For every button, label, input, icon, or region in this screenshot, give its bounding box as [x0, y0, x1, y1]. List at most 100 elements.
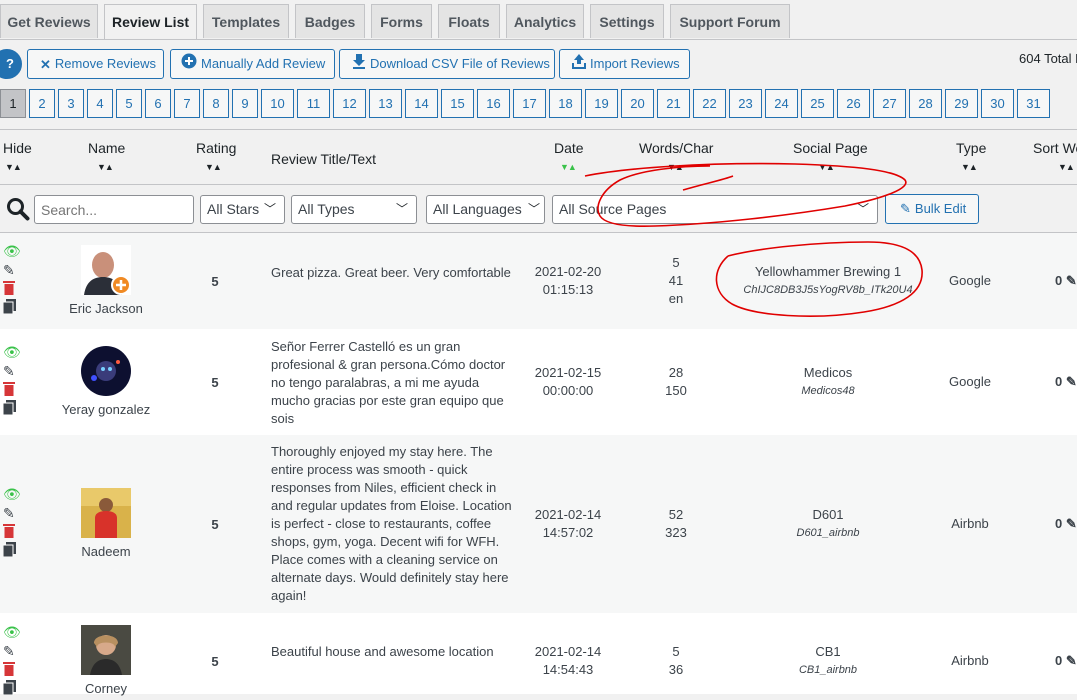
- sort-arrows-icon[interactable]: ▼▲: [1058, 162, 1075, 172]
- page-button-20[interactable]: 20: [621, 89, 654, 118]
- page-button-6[interactable]: 6: [145, 89, 171, 118]
- trash-icon[interactable]: [3, 523, 21, 542]
- tab-templates[interactable]: Templates: [203, 4, 289, 38]
- add-review-button[interactable]: Manually Add Review: [170, 49, 335, 79]
- help-button[interactable]: ?: [0, 49, 22, 79]
- sort-weight[interactable]: 0 ✎: [1055, 273, 1077, 289]
- column-rating[interactable]: Rating: [196, 140, 236, 156]
- page-button-17[interactable]: 17: [513, 89, 546, 118]
- trash-icon[interactable]: [3, 661, 21, 680]
- download-csv-button[interactable]: Download CSV File of Reviews: [339, 49, 555, 79]
- social-page-id: D601_airbnb: [796, 527, 860, 539]
- page-button-22[interactable]: 22: [693, 89, 726, 118]
- review-date-day: 2021-02-14: [534, 507, 602, 522]
- page-button-10[interactable]: 10: [261, 89, 294, 118]
- eye-icon[interactable]: 👁: [3, 343, 21, 362]
- page-button-28[interactable]: 28: [909, 89, 942, 118]
- tab-get-reviews[interactable]: Get Reviews: [0, 4, 98, 38]
- nav-tabs: Get Reviews Review List Templates Badges…: [0, 0, 1077, 40]
- sort-active-icon[interactable]: ▼▲: [560, 162, 577, 172]
- sort-arrows-icon[interactable]: ▼▲: [667, 162, 684, 172]
- tab-support-forum[interactable]: Support Forum: [670, 4, 790, 38]
- page-button-3[interactable]: 3: [58, 89, 84, 118]
- pencil-icon[interactable]: ✎: [3, 362, 21, 381]
- tab-settings[interactable]: Settings: [590, 4, 664, 38]
- column-words-char[interactable]: Words/Char: [639, 140, 713, 156]
- tab-badges[interactable]: Badges: [295, 4, 365, 38]
- column-hide[interactable]: Hide: [3, 140, 32, 156]
- page-button-15[interactable]: 15: [441, 89, 474, 118]
- sort-weight[interactable]: 0 ✎: [1055, 653, 1077, 669]
- page-button-12[interactable]: 12: [333, 89, 366, 118]
- words-chars: 5 41 en: [646, 254, 706, 308]
- bulk-edit-button[interactable]: ✎ Bulk Edit: [885, 194, 979, 224]
- page-button-25[interactable]: 25: [801, 89, 834, 118]
- page-button-16[interactable]: 16: [477, 89, 510, 118]
- source-pages-filter-select[interactable]: All Source Pages ﹀: [552, 195, 878, 224]
- column-sort-weight[interactable]: Sort We: [1033, 140, 1077, 156]
- pencil-icon[interactable]: ✎: [1066, 273, 1077, 288]
- sort-weight[interactable]: 0 ✎: [1055, 516, 1077, 532]
- page-button-7[interactable]: 7: [174, 89, 200, 118]
- page-button-29[interactable]: 29: [945, 89, 978, 118]
- page-button-30[interactable]: 30: [981, 89, 1014, 118]
- sort-arrows-icon[interactable]: ▼▲: [818, 162, 835, 172]
- page-button-8[interactable]: 8: [203, 89, 229, 118]
- sort-arrows-icon[interactable]: ▼▲: [205, 162, 222, 172]
- row-actions: 👁 ✎: [2, 485, 21, 561]
- sort-arrows-icon[interactable]: ▼▲: [97, 162, 114, 172]
- pencil-icon[interactable]: ✎: [3, 504, 21, 523]
- sort-weight[interactable]: 0 ✎: [1055, 374, 1077, 390]
- page-button-9[interactable]: 9: [232, 89, 258, 118]
- page-button-18[interactable]: 18: [549, 89, 582, 118]
- copy-icon[interactable]: [2, 542, 21, 561]
- page-button-2[interactable]: 2: [29, 89, 55, 118]
- eye-icon[interactable]: 👁: [3, 623, 21, 642]
- eye-icon[interactable]: 👁: [3, 242, 21, 261]
- review-date-day: 2021-02-15: [534, 365, 602, 380]
- trash-icon[interactable]: [3, 381, 21, 400]
- page-button-1[interactable]: 1: [0, 89, 26, 118]
- page-button-23[interactable]: 23: [729, 89, 762, 118]
- page-button-24[interactable]: 24: [765, 89, 798, 118]
- copy-icon[interactable]: [2, 680, 21, 699]
- pencil-icon[interactable]: ✎: [1066, 516, 1077, 531]
- sort-arrows-icon[interactable]: ▼▲: [961, 162, 978, 172]
- help-icon: ?: [6, 56, 14, 71]
- page-button-4[interactable]: 4: [87, 89, 113, 118]
- column-social-page[interactable]: Social Page: [793, 140, 868, 156]
- column-date[interactable]: Date: [554, 140, 584, 156]
- page-button-21[interactable]: 21: [657, 89, 690, 118]
- page-button-13[interactable]: 13: [369, 89, 402, 118]
- pencil-icon[interactable]: ✎: [1066, 374, 1077, 389]
- page-button-5[interactable]: 5: [116, 89, 142, 118]
- copy-icon[interactable]: [2, 299, 21, 318]
- copy-icon[interactable]: [2, 400, 21, 419]
- pencil-icon[interactable]: ✎: [1066, 653, 1077, 668]
- tab-floats[interactable]: Floats: [438, 4, 500, 38]
- remove-reviews-button[interactable]: ✕ Remove Reviews: [27, 49, 164, 79]
- avatar: [81, 488, 131, 538]
- pencil-icon[interactable]: ✎: [3, 642, 21, 661]
- import-reviews-button[interactable]: Import Reviews: [559, 49, 690, 79]
- trash-icon[interactable]: [3, 280, 21, 299]
- row-actions: 👁 ✎: [2, 623, 21, 699]
- tab-review-list[interactable]: Review List: [104, 4, 197, 39]
- page-button-27[interactable]: 27: [873, 89, 906, 118]
- types-filter-select[interactable]: All Types ﹀: [291, 195, 417, 224]
- page-button-26[interactable]: 26: [837, 89, 870, 118]
- sort-arrows-icon[interactable]: ▼▲: [5, 162, 22, 172]
- column-name[interactable]: Name: [88, 140, 125, 156]
- stars-filter-select[interactable]: All Stars ﹀: [200, 195, 285, 224]
- eye-icon[interactable]: 👁: [3, 485, 21, 504]
- page-button-31[interactable]: 31: [1017, 89, 1050, 118]
- page-button-11[interactable]: 11: [297, 89, 330, 118]
- pencil-icon[interactable]: ✎: [3, 261, 21, 280]
- tab-forms[interactable]: Forms: [371, 4, 432, 38]
- tab-analytics[interactable]: Analytics: [506, 4, 584, 38]
- languages-filter-select[interactable]: All Languages ﹀: [426, 195, 545, 224]
- column-type[interactable]: Type: [956, 140, 986, 156]
- page-button-19[interactable]: 19: [585, 89, 618, 118]
- page-button-14[interactable]: 14: [405, 89, 438, 118]
- search-input[interactable]: [34, 195, 194, 224]
